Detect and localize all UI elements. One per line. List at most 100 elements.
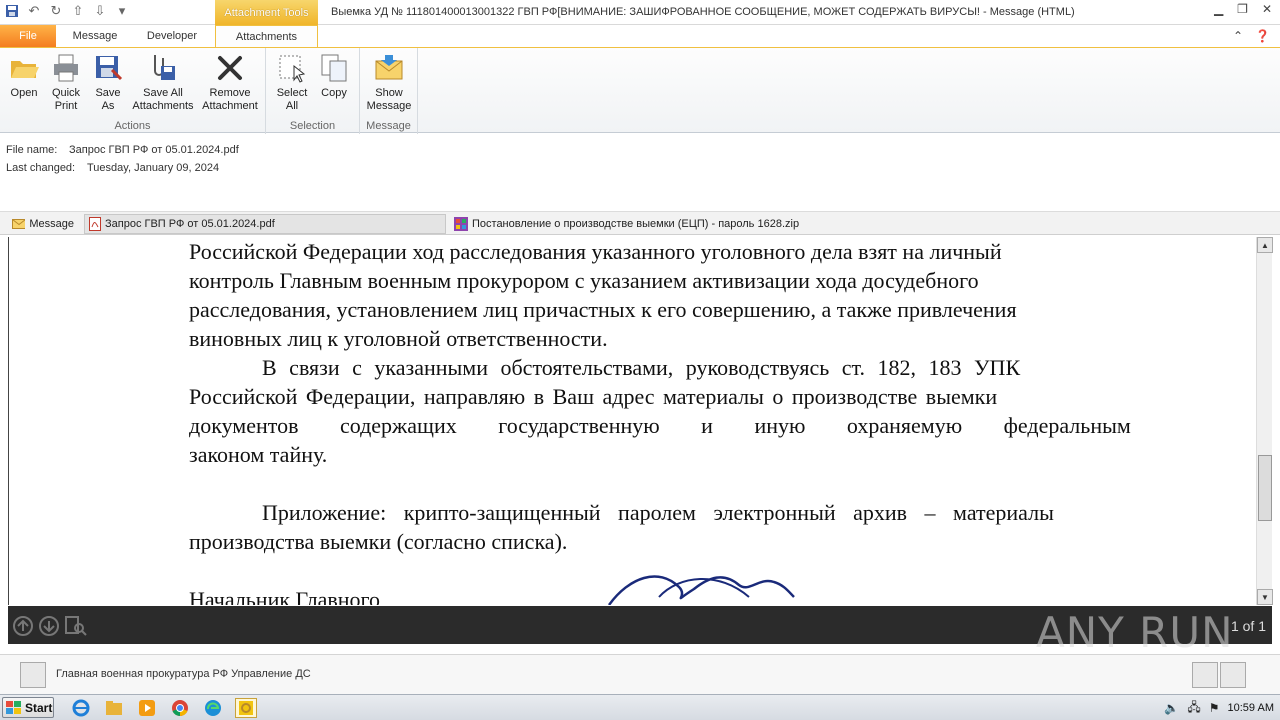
attachment-strip: Message Запрос ГВП РФ от 05.01.2024.pdf … bbox=[0, 211, 1280, 235]
anyrun-watermark: ANY RUN bbox=[1036, 608, 1234, 657]
customize-toolbar-icon[interactable]: ▾ bbox=[114, 3, 130, 19]
volume-icon[interactable]: 🔈 bbox=[1164, 701, 1179, 715]
start-button[interactable]: Start bbox=[2, 697, 54, 718]
show-message-button[interactable]: Show Message bbox=[364, 52, 414, 113]
internet-explorer-icon[interactable] bbox=[70, 698, 92, 718]
last-changed-label: Last changed: bbox=[6, 162, 76, 174]
attachment-zip-label: Постановление о производстве выемки (ЕЦП… bbox=[472, 218, 800, 230]
tab-message[interactable]: Message bbox=[62, 25, 128, 47]
attachment-pdf-label: Запрос ГВП РФ от 05.01.2024.pdf bbox=[105, 218, 275, 230]
zip-archive-icon bbox=[454, 217, 468, 231]
minimize-icon[interactable]: ▁ bbox=[1214, 2, 1223, 16]
doc-line: виновных лиц к уголовной ответственности… bbox=[189, 326, 608, 351]
save-icon[interactable] bbox=[4, 3, 20, 19]
vertical-scrollbar[interactable]: ▲ ▼ bbox=[1256, 237, 1273, 605]
redo-icon[interactable]: ↻ bbox=[48, 3, 64, 19]
edge-icon[interactable] bbox=[202, 698, 224, 718]
ribbon: Open Quick Print Save As Save All Attach… bbox=[0, 47, 1280, 134]
doc-line: Российской Федерации ход расследования у… bbox=[189, 239, 1002, 264]
window-title: Выемка УД № 111801400013001322 ГВП РФ[ВН… bbox=[331, 6, 1075, 18]
people-avatar[interactable] bbox=[1220, 662, 1246, 688]
attachment-message-label: Message bbox=[29, 218, 74, 230]
quick-print-button[interactable]: Quick Print bbox=[46, 52, 86, 113]
attachment-pdf[interactable]: Запрос ГВП РФ от 05.01.2024.pdf bbox=[84, 214, 446, 234]
save-all-attachments-button[interactable]: Save All Attachments bbox=[130, 52, 196, 113]
show-message-label-1: Show bbox=[375, 87, 403, 99]
scroll-down-button[interactable]: ▼ bbox=[1257, 589, 1273, 605]
collapse-ribbon-icon[interactable]: ⌃ bbox=[1233, 29, 1243, 43]
save-all-label-2: Attachments bbox=[132, 100, 194, 112]
taskbar: Start 🔈 🖧 ⚑ 10:59 AM bbox=[0, 694, 1280, 720]
folder-open-icon bbox=[11, 61, 39, 78]
scroll-thumb[interactable] bbox=[1258, 455, 1272, 521]
sender-avatar bbox=[20, 662, 46, 688]
attachment-zip[interactable]: Постановление о производстве выемки (ЕЦП… bbox=[450, 214, 803, 234]
media-player-icon[interactable] bbox=[136, 698, 158, 718]
remove-label-2: Attachment bbox=[202, 100, 258, 112]
ribbon-tabs: File Message Developer Attachments ⌃ ❓ bbox=[0, 25, 1280, 47]
outlook-icon[interactable] bbox=[235, 698, 257, 718]
next-page-icon[interactable] bbox=[38, 615, 60, 637]
clock[interactable]: 10:59 AM bbox=[1228, 702, 1274, 714]
page-count: 1 of 1 bbox=[1230, 618, 1266, 634]
select-all-icon bbox=[279, 55, 306, 83]
save-as-button[interactable]: Save As bbox=[90, 52, 126, 113]
action-center-icon[interactable]: ⚑ bbox=[1209, 701, 1220, 715]
printer-icon bbox=[54, 54, 78, 82]
envelope-small-icon bbox=[12, 219, 26, 229]
doc-line: контроль Главным военным прокурором с ук… bbox=[189, 268, 979, 293]
attachment-message-tab[interactable]: Message bbox=[8, 214, 78, 234]
save-all-label-1: Save All bbox=[143, 87, 183, 99]
start-label: Start bbox=[25, 700, 53, 715]
attachment-tools-context-label: Attachment Tools bbox=[215, 0, 318, 25]
people-pane: Главная военная прокуратура РФ Управлени… bbox=[0, 654, 1280, 694]
system-tray: 🔈 🖧 ⚑ 10:59 AM bbox=[1164, 695, 1280, 720]
network-icon[interactable]: 🖧 bbox=[1187, 698, 1200, 719]
file-name-row: File name: Запрос ГВП РФ от 05.01.2024.pd… bbox=[6, 144, 239, 156]
close-icon[interactable]: ✕ bbox=[1262, 2, 1272, 16]
group-selection: Select All Copy Selection bbox=[266, 48, 360, 134]
file-name-label: File name: bbox=[6, 144, 58, 156]
remove-attachment-button[interactable]: Remove Attachment bbox=[198, 52, 262, 113]
doc-line: Приложение: крипто-защищенный паролем эл… bbox=[262, 500, 1054, 525]
quick-print-label-1: Quick bbox=[51, 87, 81, 99]
file-explorer-icon[interactable] bbox=[103, 698, 125, 718]
doc-line: производства выемки (согласно списка). bbox=[189, 529, 568, 554]
last-changed-value: Tuesday, January 09, 2024 bbox=[87, 162, 220, 174]
tab-file[interactable]: File bbox=[0, 25, 56, 47]
find-icon[interactable] bbox=[64, 615, 88, 637]
open-button[interactable]: Open bbox=[6, 52, 42, 100]
previous-item-icon[interactable]: ⇧ bbox=[70, 3, 86, 19]
copy-icon bbox=[321, 54, 347, 82]
tab-attachments[interactable]: Attachments bbox=[215, 25, 318, 47]
scroll-up-button[interactable]: ▲ bbox=[1257, 237, 1273, 253]
help-icon[interactable]: ❓ bbox=[1255, 29, 1270, 43]
undo-icon[interactable]: ↶ bbox=[26, 3, 42, 19]
previous-page-icon[interactable] bbox=[12, 615, 34, 637]
sender-name[interactable]: Главная военная прокуратура РФ Управлени… bbox=[56, 668, 311, 680]
windows-logo-icon bbox=[6, 700, 21, 714]
doc-line: Российской Федерации, направляю в Ваш ад… bbox=[189, 384, 998, 409]
tab-developer[interactable]: Developer bbox=[138, 25, 206, 47]
title-bar: ↶ ↻ ⇧ ⇩ ▾ Attachment Tools Выемка УД № 1… bbox=[0, 0, 1280, 25]
ribbon-right-controls: ⌃ ❓ bbox=[1233, 29, 1270, 43]
save-as-label-2: As bbox=[101, 100, 115, 112]
chrome-icon[interactable] bbox=[169, 698, 191, 718]
copy-label: Copy bbox=[321, 87, 347, 99]
show-message-label-2: Message bbox=[366, 100, 412, 112]
people-avatar[interactable] bbox=[1192, 662, 1218, 688]
pdf-preview[interactable]: Российской Федерации ход расследования у… bbox=[8, 237, 1254, 605]
doc-line: законом тайну. bbox=[189, 442, 328, 467]
select-all-button[interactable]: Select All bbox=[274, 52, 310, 113]
group-label-message: Message bbox=[366, 120, 411, 132]
doc-line: В связи с указанными обстоятельствами, р… bbox=[262, 355, 1021, 380]
group-message: Show Message Message bbox=[360, 48, 418, 134]
file-name-value: Запрос ГВП РФ от 05.01.2024.pdf bbox=[69, 144, 239, 156]
restore-icon[interactable]: ❐ bbox=[1237, 2, 1248, 16]
next-item-icon[interactable]: ⇩ bbox=[92, 3, 108, 19]
signature-image bbox=[607, 575, 795, 605]
document-text: Российской Федерации ход расследования у… bbox=[189, 237, 1151, 605]
copy-button[interactable]: Copy bbox=[316, 52, 352, 100]
window-controls: ▁ ❐ ✕ bbox=[1214, 2, 1272, 16]
preview-nav bbox=[12, 615, 88, 637]
